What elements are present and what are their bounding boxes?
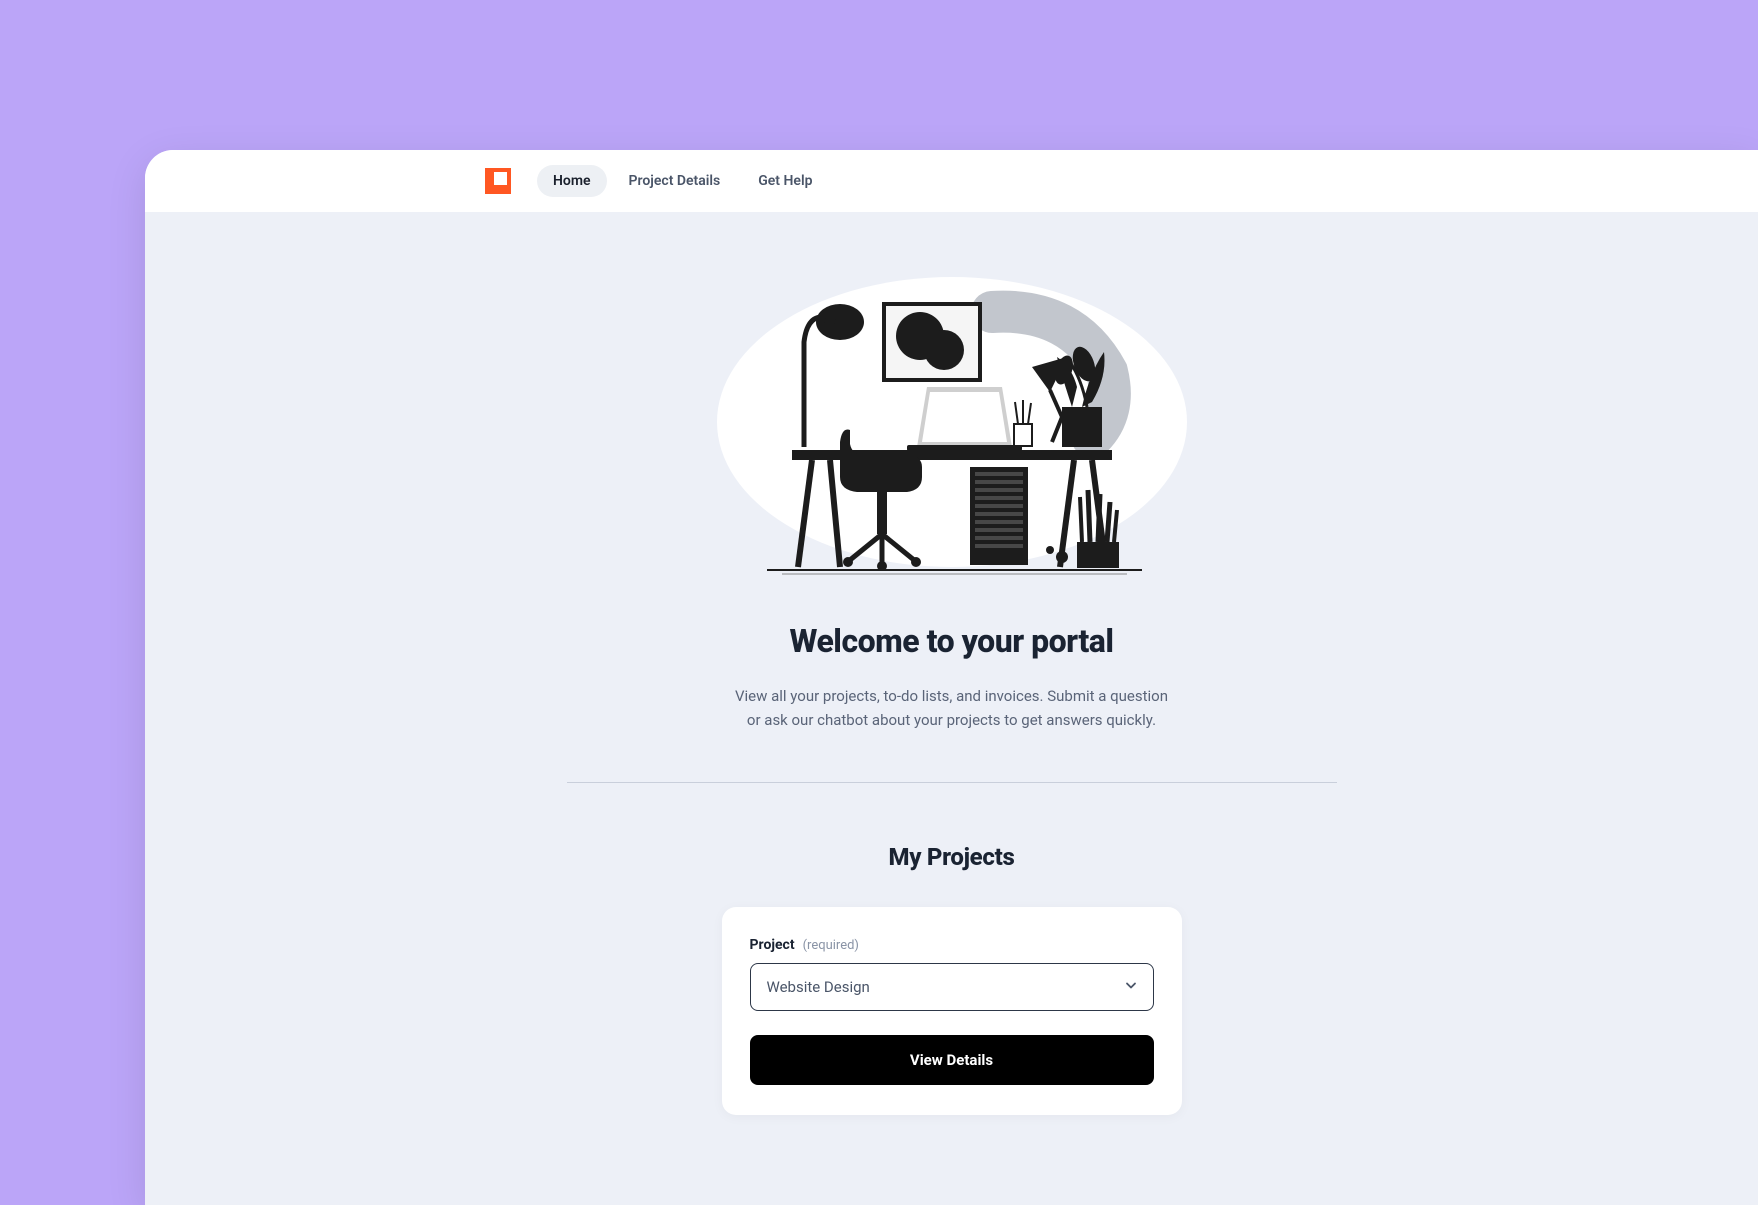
field-label-row: Project (required) [750,937,1154,953]
top-nav-bar: Home Project Details Get Help [145,150,1758,212]
logo-icon [485,168,511,194]
browser-window: Home Project Details Get Help [145,150,1758,1205]
hero-illustration [712,272,1192,582]
project-field-label: Project [750,937,795,953]
project-select[interactable]: Website Design [750,963,1154,1011]
nav-tab-project-details[interactable]: Project Details [613,165,737,197]
nav-tab-home[interactable]: Home [537,165,607,197]
main-content: Welcome to your portal View all your pro… [145,212,1758,1205]
page-title: Welcome to your portal [790,622,1114,660]
nav-tab-get-help[interactable]: Get Help [742,165,828,197]
projects-section-title: My Projects [889,843,1015,871]
project-field-required: (required) [803,938,859,953]
project-card: Project (required) Website Design View D… [722,907,1182,1115]
project-select-wrapper: Website Design [750,963,1154,1011]
page-subtitle: View all your projects, to-do lists, and… [732,684,1172,732]
nav-tabs: Home Project Details Get Help [537,165,828,197]
view-details-button[interactable]: View Details [750,1035,1154,1085]
section-divider [567,782,1337,783]
